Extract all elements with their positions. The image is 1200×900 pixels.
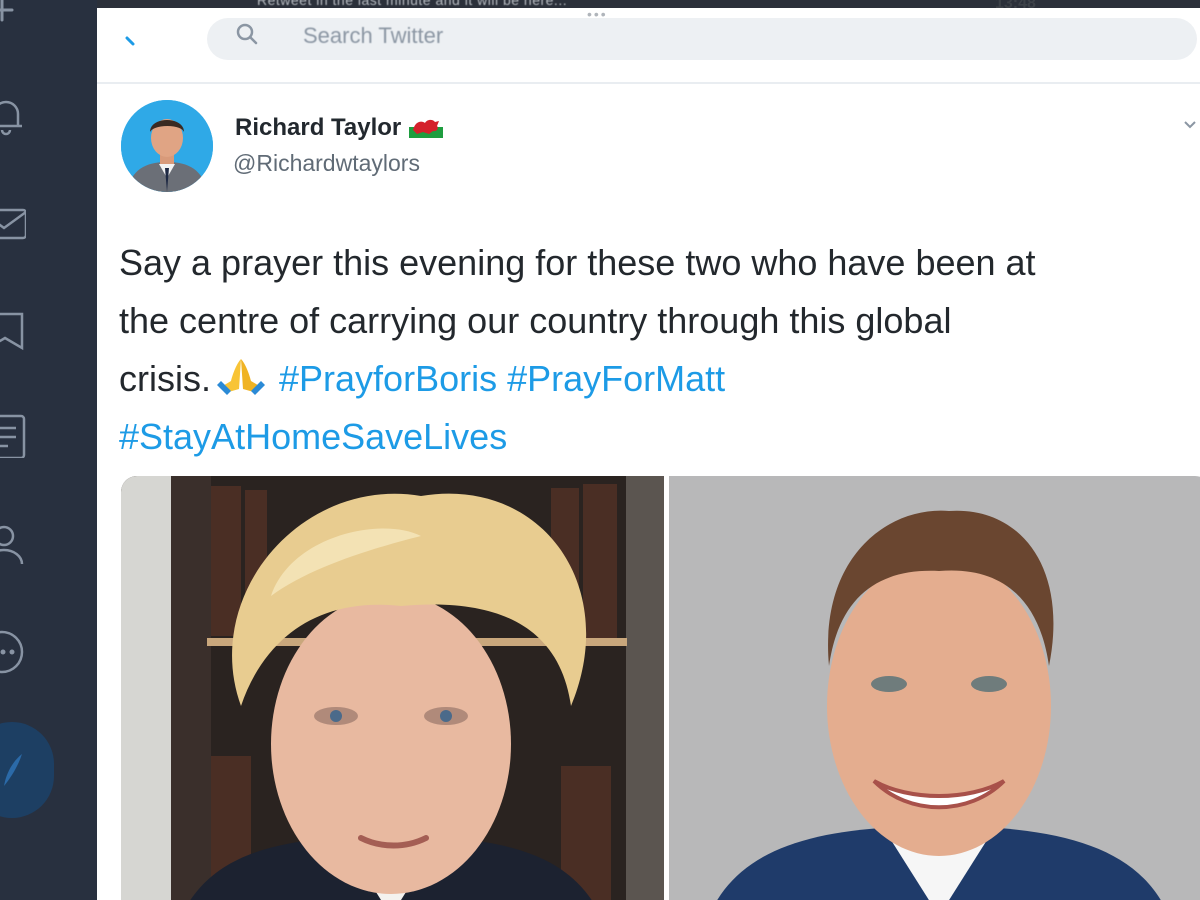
twitter-app: Retweet in the last minute and it will b…	[0, 0, 1200, 900]
profile-photo	[121, 100, 213, 192]
tweet-text-line: the centre of carrying our country throu…	[119, 300, 952, 341]
tweet-text-line: crisis. #PrayforBoris #PrayForMatt	[119, 350, 1200, 408]
bookmark-icon[interactable]	[0, 306, 26, 354]
tweet-text-fragment: crisis.	[119, 358, 211, 399]
compose-tweet-button[interactable]	[0, 722, 54, 818]
tweet-media-grid	[121, 476, 1200, 900]
top-bar: Retweet in the last minute and it will b…	[97, 0, 1200, 84]
search-input[interactable]	[303, 18, 903, 54]
search-icon	[236, 23, 258, 45]
tweet-text-line: #StayAtHomeSaveLives	[119, 408, 1200, 466]
avatar[interactable]	[121, 100, 213, 192]
matt-hancock-photo[interactable]	[669, 476, 1200, 900]
profile-icon[interactable]	[0, 520, 26, 568]
display-name[interactable]: Richard Taylor	[235, 114, 444, 142]
hashtag-link[interactable]: #PrayforBoris	[279, 358, 497, 399]
status-bar-ghost-text: Retweet in the last minute and it will b…	[257, 0, 568, 8]
search-bar[interactable]	[207, 18, 1197, 60]
notifications-bell-icon[interactable]	[0, 92, 26, 140]
hashtag-link[interactable]: #StayAtHomeSaveLives	[119, 416, 507, 457]
add-account-icon[interactable]	[0, 0, 26, 34]
back-arrow-icon[interactable]	[117, 18, 147, 48]
wales-flag-icon	[409, 115, 444, 138]
display-name-text: Richard Taylor	[235, 114, 402, 141]
tweet[interactable]: Richard Taylor @Richardwtaylors Say a pr…	[97, 84, 1200, 900]
folded-hands-icon	[217, 359, 265, 395]
chevron-down-icon[interactable]	[1183, 116, 1197, 130]
navigation-rail	[0, 0, 97, 900]
hashtag-link[interactable]: #PrayForMatt	[507, 358, 725, 399]
messages-envelope-icon[interactable]	[0, 198, 26, 246]
status-bar-time: 13:48	[995, 0, 1036, 12]
user-handle[interactable]: @Richardwtaylors	[233, 150, 420, 177]
lists-icon[interactable]	[0, 410, 26, 458]
tweet-text-line: Say a prayer this evening for these two …	[119, 242, 1036, 283]
feather-icon	[4, 754, 22, 786]
tweet-text: Say a prayer this evening for these two …	[119, 234, 1200, 466]
boris-johnson-photo[interactable]	[121, 476, 664, 900]
more-options-icon[interactable]	[0, 628, 26, 676]
